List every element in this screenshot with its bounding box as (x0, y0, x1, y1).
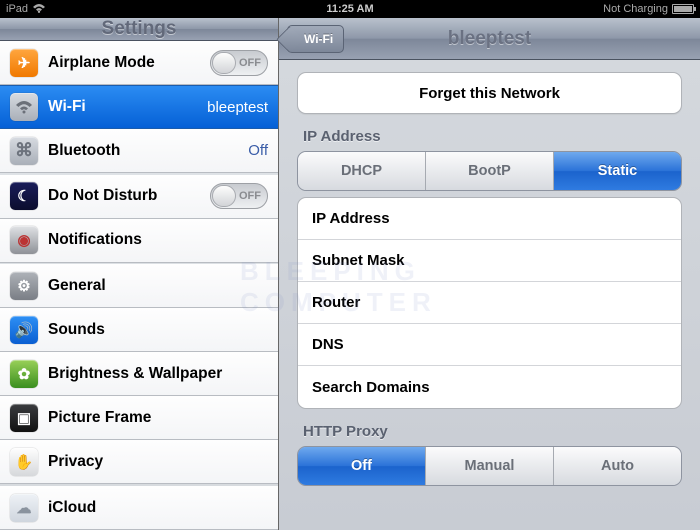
sidebar-item-picture-frame[interactable]: ▣ Picture Frame (0, 396, 278, 440)
gear-icon: ⚙ (10, 272, 38, 300)
clock: 11:25 AM (0, 3, 700, 15)
airplane-icon: ✈ (10, 49, 38, 77)
sidebar-item-dnd[interactable]: ☾ Do Not Disturb OFF (0, 175, 278, 219)
sidebar-item-label: Airplane Mode (48, 54, 155, 72)
field-router[interactable]: Router (298, 282, 681, 324)
airplane-toggle[interactable]: OFF (210, 50, 268, 76)
sidebar-item-label: General (48, 277, 106, 295)
moon-icon: ☾ (10, 182, 38, 210)
ip-section-header: IP Address (303, 128, 676, 145)
picture-frame-icon: ▣ (10, 404, 38, 432)
speaker-icon: 🔊 (10, 316, 38, 344)
seg-proxy-auto[interactable]: Auto (554, 447, 681, 485)
detail-header: Wi-Fi bleeptest (279, 18, 700, 60)
sidebar-item-label: Bluetooth (48, 142, 120, 160)
seg-proxy-off[interactable]: Off (298, 447, 426, 485)
sidebar-item-label: Picture Frame (48, 409, 151, 427)
ip-fields-group: IP Address Subnet Mask Router DNS Search… (297, 197, 682, 409)
notifications-icon: ◉ (10, 226, 38, 254)
sidebar-item-wifi[interactable]: Wi-Fi bleeptest (0, 85, 278, 129)
status-bar: iPad 11:25 AM Not Charging (0, 0, 700, 18)
seg-bootp[interactable]: BootP (426, 152, 554, 190)
seg-dhcp[interactable]: DHCP (298, 152, 426, 190)
sidebar-item-label: Do Not Disturb (48, 187, 157, 205)
sidebar-item-label: Notifications (48, 231, 142, 249)
field-search-domains[interactable]: Search Domains (298, 366, 681, 408)
forget-network-button[interactable]: Forget this Network (297, 72, 682, 114)
dnd-toggle[interactable]: OFF (210, 183, 268, 209)
sidebar-item-icloud[interactable]: ☁ iCloud (0, 486, 278, 530)
bluetooth-status: Off (248, 142, 268, 159)
sidebar-item-label: Privacy (48, 453, 103, 471)
proxy-mode-segment: Off Manual Auto (297, 446, 682, 486)
battery-icon (672, 4, 694, 14)
sidebar-title: Settings (0, 18, 278, 41)
sidebar-item-label: Brightness & Wallpaper (48, 365, 222, 383)
settings-sidebar: Settings ✈ Airplane Mode OFF Wi-Fi bleep… (0, 18, 279, 530)
sidebar-item-brightness[interactable]: ✿ Brightness & Wallpaper (0, 352, 278, 396)
seg-static[interactable]: Static (554, 152, 681, 190)
ip-mode-segment: DHCP BootP Static (297, 151, 682, 191)
sidebar-item-label: Wi-Fi (48, 98, 86, 116)
wifi-settings-icon (10, 93, 38, 121)
sidebar-item-privacy[interactable]: ✋ Privacy (0, 440, 278, 484)
detail-title: bleeptest (448, 28, 531, 50)
sidebar-item-airplane[interactable]: ✈ Airplane Mode OFF (0, 41, 278, 85)
field-ip-address[interactable]: IP Address (298, 198, 681, 240)
hand-icon: ✋ (10, 448, 38, 476)
sidebar-item-notifications[interactable]: ◉ Notifications (0, 219, 278, 263)
sidebar-item-general[interactable]: ⚙ General (0, 264, 278, 308)
sidebar-item-label: Sounds (48, 321, 105, 339)
detail-pane: Wi-Fi bleeptest Forget this Network IP A… (279, 18, 700, 530)
cloud-icon: ☁ (10, 494, 38, 522)
field-subnet-mask[interactable]: Subnet Mask (298, 240, 681, 282)
proxy-section-header: HTTP Proxy (303, 423, 676, 440)
wifi-network-name: bleeptest (207, 99, 268, 116)
seg-proxy-manual[interactable]: Manual (426, 447, 554, 485)
field-dns[interactable]: DNS (298, 324, 681, 366)
back-button[interactable]: Wi-Fi (287, 25, 344, 53)
bluetooth-icon: ⌘ (10, 137, 38, 165)
sidebar-item-sounds[interactable]: 🔊 Sounds (0, 308, 278, 352)
sidebar-item-bluetooth[interactable]: ⌘ Bluetooth Off (0, 129, 278, 173)
sidebar-item-label: iCloud (48, 499, 96, 517)
brightness-icon: ✿ (10, 360, 38, 388)
